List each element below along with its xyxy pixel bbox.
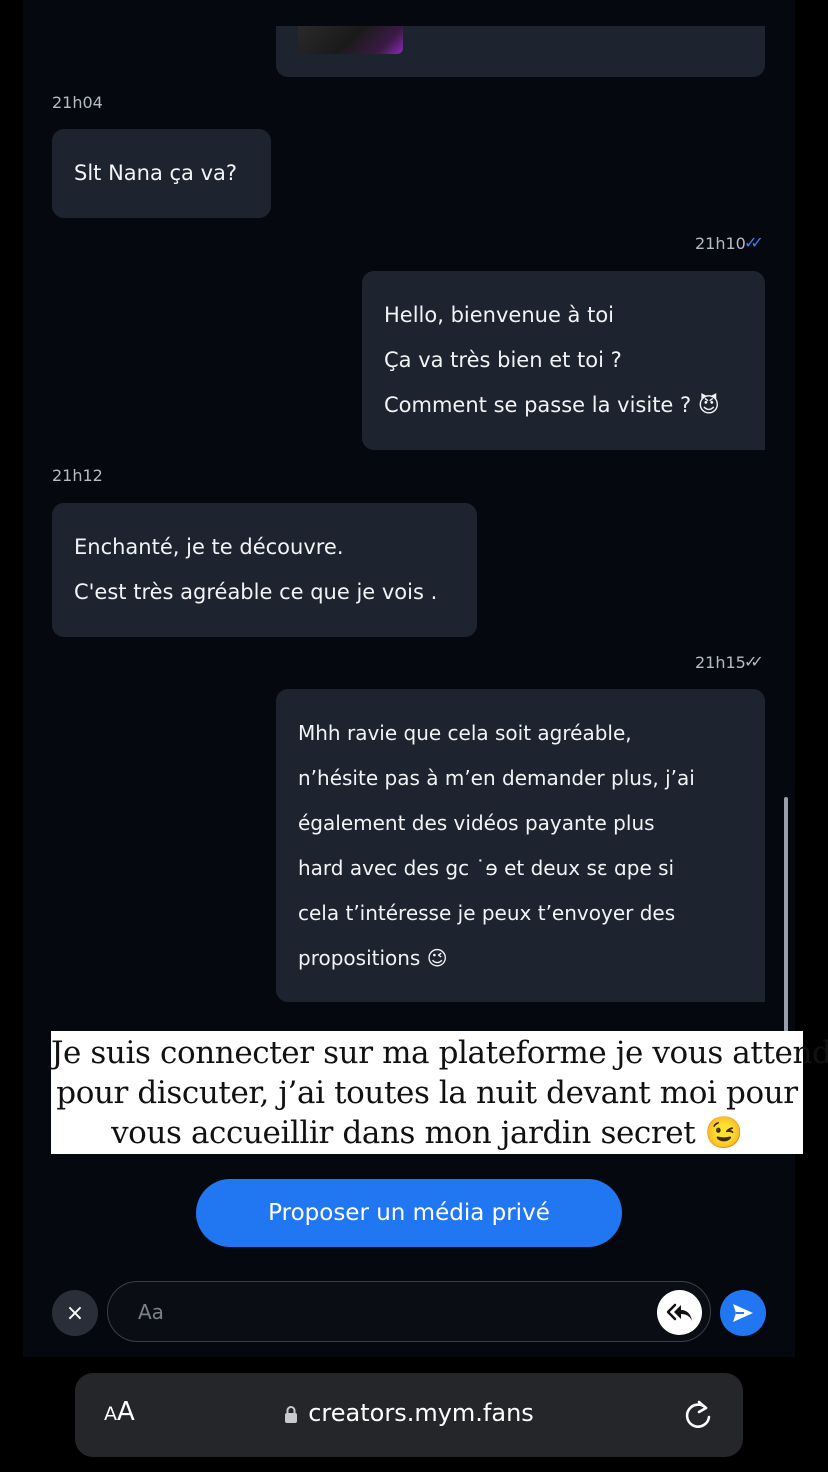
- propose-private-media-button[interactable]: Proposer un média privé: [196, 1179, 622, 1247]
- browser-address-bar[interactable]: AA creators.mym.fans: [75, 1373, 743, 1457]
- send-icon: [733, 1304, 753, 1322]
- message-line: cela t’intéresse je peux t’envoyer des: [298, 901, 676, 925]
- message-line: n’hésite pas à m’en demander plus, j’ai: [298, 766, 695, 790]
- message-timestamp: 21h10: [695, 234, 746, 253]
- quick-reply-button[interactable]: [657, 1290, 702, 1335]
- message-line: Hello, bienvenue à toi: [384, 303, 614, 327]
- story-caption-overlay: Je suis connecter sur ma plateforme je v…: [51, 1031, 828, 1154]
- message-line: Mhh ravie que cela soit agréable,: [298, 721, 632, 745]
- outgoing-message-bubble: Mhh ravie que cela soit agréable, n’hési…: [276, 689, 765, 1002]
- caption-line: Je suis connecter sur ma plateforme je v…: [51, 1035, 828, 1071]
- close-icon: ×: [65, 1300, 85, 1326]
- lock-icon: [285, 1406, 298, 1423]
- message-line: Ça va très bien et toi ?: [384, 348, 622, 372]
- message-line: hard avec des gc ˙ɘ et deux sɛ ɑpe si: [298, 856, 675, 880]
- message-text: Slt Nana ça va?: [74, 161, 238, 185]
- incoming-message-bubble: Enchanté, je te découvre. C'est très agr…: [52, 503, 477, 637]
- message-timestamp: 21h04: [52, 93, 103, 112]
- message-line: propositions 😉: [298, 946, 448, 970]
- caption-line: pour discuter, j’ai toutes la nuit devan…: [56, 1075, 798, 1111]
- message-timestamp: 21h12: [52, 466, 103, 485]
- url-text: creators.mym.fans: [308, 1399, 534, 1427]
- read-receipt-icon: ✓✓: [744, 233, 764, 252]
- incoming-message-bubble: Slt Nana ça va?: [52, 129, 271, 218]
- message-timestamp: 21h15: [695, 653, 746, 672]
- caption-line: vous accueillir dans mon jardin secret 😉: [111, 1115, 743, 1151]
- message-line: également des vidéos payante plus: [298, 811, 655, 835]
- message-line: Enchanté, je te découvre.: [74, 535, 344, 559]
- send-button[interactable]: [720, 1290, 766, 1336]
- reply-all-icon: [666, 1303, 692, 1321]
- chat-scrollbar[interactable]: [784, 797, 788, 1042]
- media-thumbnail[interactable]: [298, 26, 403, 54]
- message-input[interactable]: [136, 1282, 640, 1342]
- message-line: C'est très agréable ce que je vois .: [74, 580, 438, 604]
- message-input-container[interactable]: [107, 1281, 711, 1342]
- reload-icon[interactable]: [684, 1399, 714, 1431]
- outgoing-message-bubble: Hello, bienvenue à toi Ça va très bien e…: [362, 271, 765, 450]
- message-line: Comment se passe la visite ? 😈: [384, 393, 720, 417]
- read-receipt-icon: ✓✓: [744, 652, 764, 671]
- url-display[interactable]: creators.mym.fans: [75, 1399, 743, 1427]
- close-composer-button[interactable]: ×: [52, 1290, 98, 1336]
